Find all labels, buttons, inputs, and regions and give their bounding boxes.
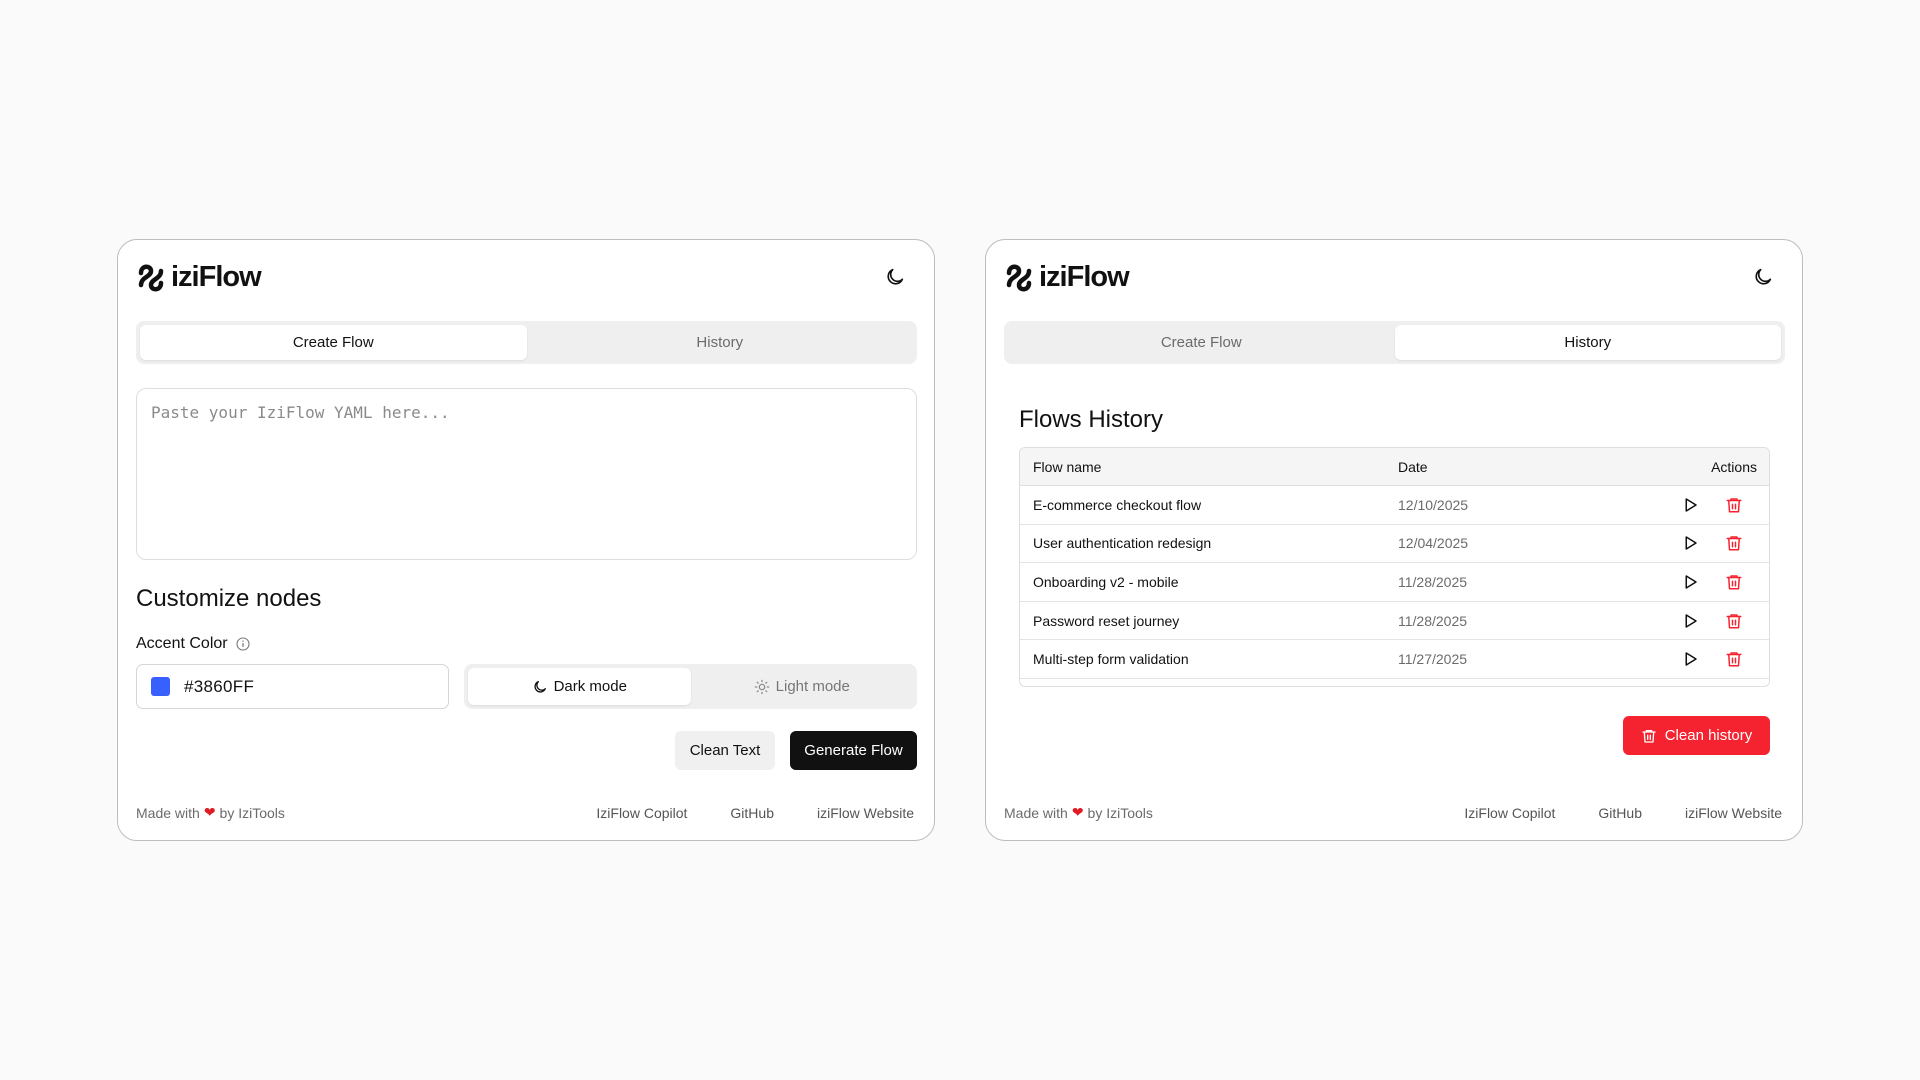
table-body: E-commerce checkout flow 12/10/2025 User a… bbox=[1020, 486, 1769, 679]
flow-name-cell: Multi-step form validation bbox=[1033, 651, 1189, 668]
column-date: Date bbox=[1398, 458, 1428, 475]
brand-name: iziFlow bbox=[171, 261, 262, 293]
play-icon[interactable] bbox=[1678, 647, 1702, 671]
clean-history-label: Clean history bbox=[1664, 727, 1753, 744]
history-table: Flow name Date Actions E-commerce checko… bbox=[1019, 447, 1770, 687]
flow-date-cell: 11/27/2025 bbox=[1398, 651, 1468, 668]
flow-date-cell: 12/10/2025 bbox=[1398, 496, 1469, 513]
footer-links: IziFlow Copilot GitHub iziFlow Website bbox=[1464, 805, 1782, 821]
accent-color-value: #3860FF bbox=[184, 676, 255, 696]
flow-date-cell: 11/28/2025 bbox=[1398, 573, 1468, 590]
generate-flow-button[interactable]: Generate Flow bbox=[790, 731, 917, 770]
table-row: E-commerce checkout flow 12/10/2025 bbox=[1020, 486, 1769, 525]
footer-link-copilot[interactable]: IziFlow Copilot bbox=[1464, 805, 1555, 821]
tab-history[interactable]: History bbox=[527, 325, 914, 360]
actions-cell bbox=[1628, 609, 1769, 633]
accent-color-label: Accent Color bbox=[136, 635, 250, 653]
footer-link-copilot[interactable]: IziFlow Copilot bbox=[596, 805, 687, 821]
actions-cell bbox=[1628, 493, 1769, 517]
footer: Made with ❤ by IziTools IziFlow Copilot … bbox=[1004, 804, 1782, 821]
customize-nodes-title: Customize nodes bbox=[136, 585, 322, 612]
heart-icon: ❤ bbox=[1071, 804, 1084, 820]
flow-name-cell: Onboarding v2 - mobile bbox=[1033, 573, 1179, 590]
heart-icon: ❤ bbox=[203, 804, 216, 820]
tab-bar: Create Flow History bbox=[136, 321, 917, 364]
flow-date-cell: 12/04/2025 bbox=[1398, 535, 1469, 552]
flow-name-cell: Password reset journey bbox=[1033, 612, 1180, 629]
trash-icon[interactable] bbox=[1722, 609, 1746, 633]
actions-cell bbox=[1628, 647, 1769, 671]
trash-icon[interactable] bbox=[1722, 531, 1746, 555]
made-with: Made with ❤ by IziTools bbox=[136, 804, 285, 821]
yaml-input[interactable] bbox=[136, 388, 917, 560]
create-flow-panel: iziFlow Create Flow History Customize no… bbox=[117, 239, 935, 841]
table-header: Flow name Date Actions bbox=[1020, 448, 1769, 486]
moon-icon bbox=[534, 680, 546, 693]
column-flow-name: Flow name bbox=[1033, 458, 1102, 475]
tab-create-flow[interactable]: Create Flow bbox=[140, 325, 527, 360]
by-text: by IziTools bbox=[1087, 804, 1153, 821]
mode-toggle: Dark mode Light mode bbox=[464, 664, 917, 709]
table-row: Onboarding v2 - mobile 11/28/2025 bbox=[1020, 563, 1769, 602]
trash-icon[interactable] bbox=[1722, 647, 1746, 671]
logo: iziFlow bbox=[1005, 261, 1130, 294]
accent-color-label-text: Accent Color bbox=[136, 635, 228, 652]
info-icon[interactable] bbox=[236, 637, 250, 651]
tab-bar: Create Flow History bbox=[1004, 321, 1785, 364]
column-actions: Actions bbox=[1711, 458, 1757, 475]
footer-link-github[interactable]: GitHub bbox=[730, 805, 774, 821]
play-icon[interactable] bbox=[1678, 531, 1702, 555]
footer-link-github[interactable]: GitHub bbox=[1598, 805, 1642, 821]
actions-cell bbox=[1628, 570, 1769, 594]
light-mode-option[interactable]: Light mode bbox=[691, 668, 914, 705]
theme-toggle-moon-icon[interactable] bbox=[884, 266, 908, 290]
footer-link-website[interactable]: iziFlow Website bbox=[1685, 805, 1782, 821]
iziflow-logo-icon bbox=[1006, 264, 1032, 291]
footer: Made with ❤ by IziTools IziFlow Copilot … bbox=[136, 804, 914, 821]
table-row: User authentication redesign 12/04/2025 bbox=[1020, 525, 1769, 564]
tab-create-flow[interactable]: Create Flow bbox=[1008, 325, 1395, 360]
dark-mode-option[interactable]: Dark mode bbox=[468, 668, 691, 705]
table-row: Password reset journey 11/28/2025 bbox=[1020, 602, 1769, 641]
footer-links: IziFlow Copilot GitHub iziFlow Website bbox=[596, 805, 914, 821]
history-panel: iziFlow Create Flow History Flows Histor… bbox=[985, 239, 1803, 841]
made-with: Made with ❤ by IziTools bbox=[1004, 804, 1153, 821]
made-with-text: Made with bbox=[136, 804, 200, 821]
made-with-text: Made with bbox=[1004, 804, 1068, 821]
trash-icon[interactable] bbox=[1722, 493, 1746, 517]
actions-cell bbox=[1628, 531, 1769, 555]
flow-name-cell: User authentication redesign bbox=[1033, 535, 1212, 552]
flow-date-cell: 11/28/2025 bbox=[1398, 612, 1468, 629]
clean-text-button[interactable]: Clean Text bbox=[675, 731, 775, 770]
light-mode-label: Light mode bbox=[775, 678, 850, 695]
theme-toggle-moon-icon[interactable] bbox=[1752, 266, 1776, 290]
play-icon[interactable] bbox=[1678, 609, 1702, 633]
clean-history-button[interactable]: Clean history bbox=[1623, 716, 1770, 755]
logo: iziFlow bbox=[137, 261, 262, 294]
footer-link-website[interactable]: iziFlow Website bbox=[817, 805, 914, 821]
brand-name: iziFlow bbox=[1039, 261, 1130, 293]
table-row: Multi-step form validation 11/27/2025 bbox=[1020, 640, 1769, 679]
iziflow-logo-icon bbox=[138, 264, 164, 291]
play-icon[interactable] bbox=[1678, 570, 1702, 594]
trash-icon[interactable] bbox=[1722, 570, 1746, 594]
accent-color-swatch[interactable] bbox=[151, 677, 170, 696]
accent-color-input[interactable]: #3860FF bbox=[136, 664, 449, 709]
by-text: by IziTools bbox=[219, 804, 285, 821]
trash-icon bbox=[1642, 729, 1656, 743]
dark-mode-label: Dark mode bbox=[553, 678, 627, 695]
sun-icon bbox=[754, 679, 769, 694]
play-icon[interactable] bbox=[1678, 493, 1702, 517]
flow-name-cell: E-commerce checkout flow bbox=[1033, 496, 1202, 513]
tab-history[interactable]: History bbox=[1394, 325, 1781, 360]
flows-history-title: Flows History bbox=[1019, 406, 1164, 433]
